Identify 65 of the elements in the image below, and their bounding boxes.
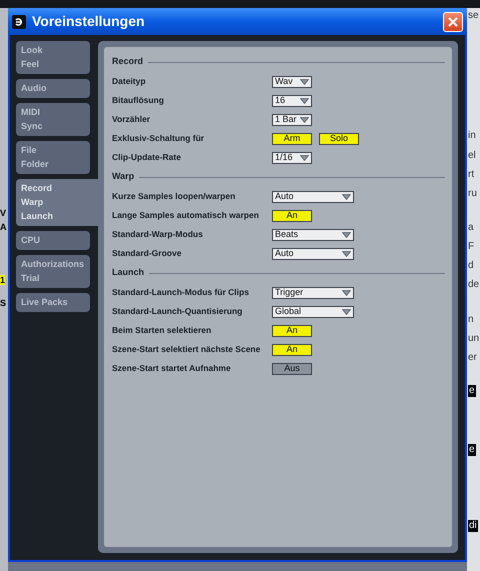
close-icon <box>448 16 458 26</box>
background-text: e <box>468 385 476 397</box>
setting-label: Lange Samples automatisch warpen <box>112 209 260 222</box>
background-text: 1 <box>0 275 6 285</box>
setting-label: Exklusiv-Schaltung für <box>112 132 206 145</box>
background-text: d <box>468 260 474 272</box>
toggle-button[interactable]: Solo <box>319 132 359 144</box>
setting-label: Bitauflösung <box>112 94 165 107</box>
background-text: in <box>468 130 476 142</box>
setting-label: Kurze Samples loopen/warpen <box>112 190 236 203</box>
dropdown[interactable]: 1 Bar <box>272 114 312 126</box>
dropdown-arrow-icon <box>300 154 309 160</box>
background-text: rt <box>468 169 474 181</box>
background-text: F <box>468 241 474 253</box>
setting-label: Standard-Warp-Modus <box>112 228 204 241</box>
toggle-button[interactable]: Arm <box>272 132 312 144</box>
background-text: el <box>468 150 476 162</box>
background-text: a <box>468 222 474 234</box>
dropdown-arrow-icon <box>342 308 351 314</box>
background-text: e <box>468 444 476 456</box>
background-text: se <box>468 10 479 22</box>
background-text: A <box>0 222 6 232</box>
setting-label: Standard-Launch-Quantisierung <box>112 305 244 318</box>
background-text: de <box>468 279 480 291</box>
dropdown[interactable]: 1/16 <box>272 152 312 164</box>
toggle-button[interactable]: Aus <box>272 362 312 374</box>
background-text: V <box>0 208 6 218</box>
close-button[interactable] <box>443 12 463 32</box>
setting-label: Clip-Update-Rate <box>112 151 182 164</box>
dropdown-arrow-icon <box>300 98 309 104</box>
dropdown-arrow-icon <box>342 194 351 200</box>
section-heading: Record <box>112 55 144 68</box>
dropdown[interactable]: 16 <box>272 94 312 106</box>
section-heading: Warp <box>112 170 134 184</box>
section-heading: Launch <box>112 266 144 280</box>
dropdown[interactable]: Wav <box>272 76 312 88</box>
background-text: er <box>468 352 477 364</box>
toggle-button[interactable]: An <box>272 324 312 336</box>
background-text: S <box>0 298 6 308</box>
background-text: di <box>468 520 478 532</box>
setting-label: Standard-Groove <box>112 247 182 260</box>
setting-label: Beim Starten selektieren <box>112 324 212 337</box>
setting-label: Standard-Launch-Modus für Clips <box>112 286 250 299</box>
dropdown[interactable]: Auto <box>272 248 354 260</box>
toggle-button[interactable]: An <box>272 210 312 222</box>
dropdown-arrow-icon <box>300 116 309 122</box>
dropdown-arrow-icon <box>342 290 351 296</box>
setting-label: Vorzähler <box>112 113 152 126</box>
dropdown-arrow-icon <box>342 232 351 238</box>
setting-label: Szene-Start selektiert nächste Scene <box>112 343 262 356</box>
background-text: ru <box>468 188 477 200</box>
dropdown[interactable]: Trigger <box>272 286 354 298</box>
dropdown[interactable]: Auto <box>272 190 354 202</box>
dropdown-arrow-icon <box>342 250 351 256</box>
setting-label: Dateityp <box>112 75 147 88</box>
background-text: n <box>468 314 474 326</box>
dropdown-arrow-icon <box>300 78 309 84</box>
app-icon <box>12 14 26 28</box>
dropdown[interactable]: Beats <box>272 228 354 240</box>
toggle-button[interactable]: An <box>272 344 312 356</box>
window-title: Voreinstellungen <box>32 12 146 31</box>
setting-label: Szene-Start startet Aufnahme <box>112 362 232 375</box>
dropdown[interactable]: Global <box>272 306 354 318</box>
background-text: un <box>468 333 480 345</box>
preferences-tab[interactable]: Record Warp Launch <box>16 179 98 226</box>
